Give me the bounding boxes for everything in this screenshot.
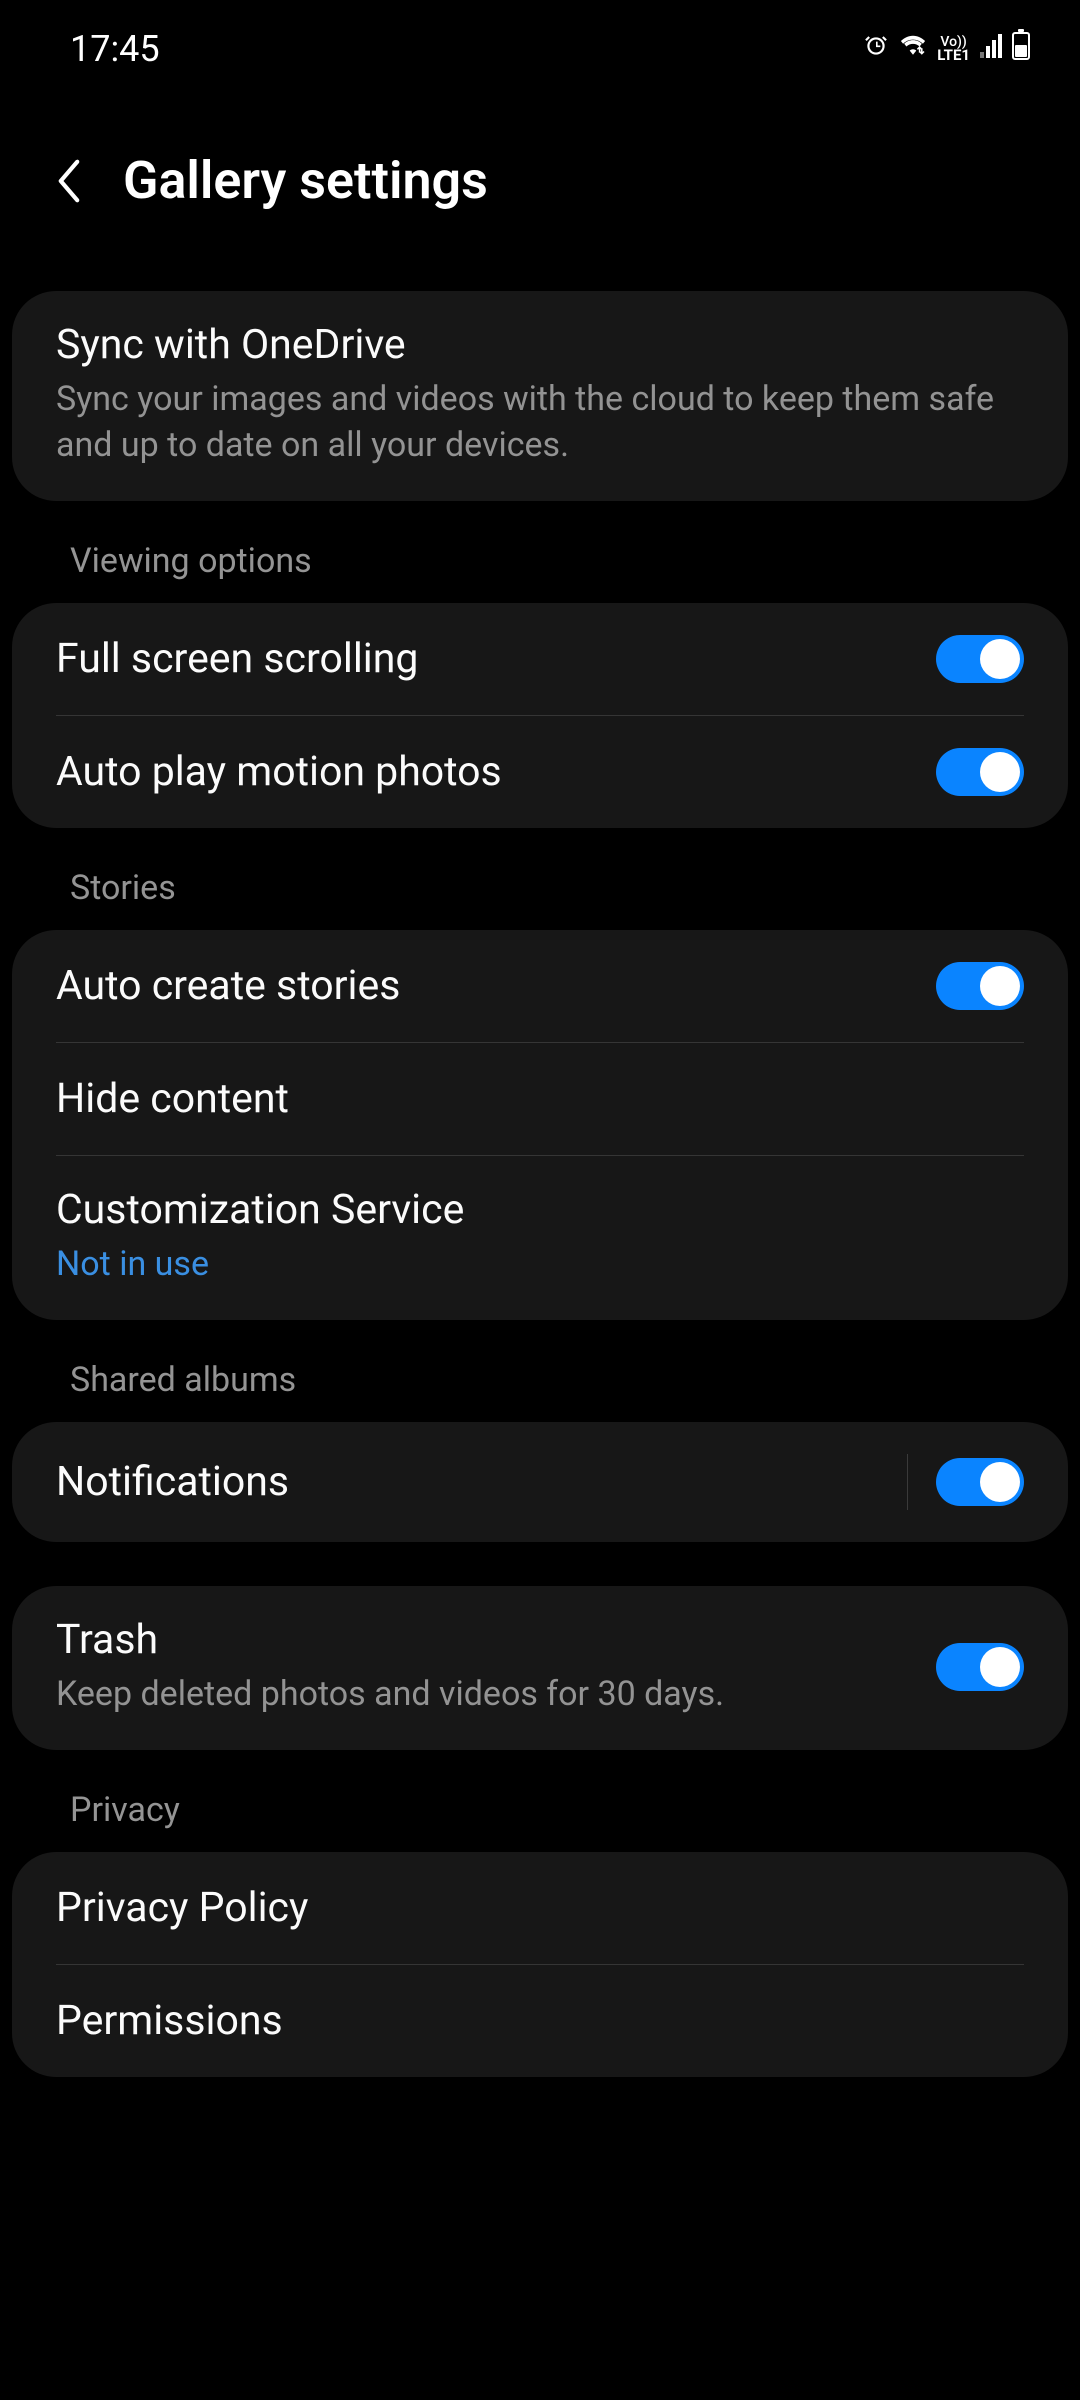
notifications-title: Notifications — [56, 1458, 907, 1506]
customization-title: Customization Service — [56, 1186, 1024, 1234]
back-button[interactable] — [55, 159, 83, 203]
viewing-card: Full screen scrolling Auto play motion p… — [12, 603, 1068, 828]
alarm-icon — [863, 33, 889, 65]
page-title: Gallery settings — [123, 150, 488, 211]
auto-play-toggle[interactable] — [936, 748, 1024, 796]
customization-service-item[interactable]: Customization Service Not in use — [12, 1156, 1068, 1320]
sync-card: Sync with OneDrive Sync your images and … — [12, 291, 1068, 501]
sync-title: Sync with OneDrive — [56, 321, 1024, 369]
shared-card: Notifications — [12, 1422, 1068, 1542]
auto-play-motion-item[interactable]: Auto play motion photos — [12, 716, 1068, 828]
permissions-item[interactable]: Permissions — [12, 1965, 1068, 2077]
auto-create-toggle[interactable] — [936, 962, 1024, 1010]
privacy-card: Privacy Policy Permissions — [12, 1852, 1068, 2077]
section-stories: Stories — [12, 842, 1068, 930]
status-bar: 17:45 Vo)) LTE1 — [0, 0, 1080, 80]
notifications-item[interactable]: Notifications — [12, 1422, 1068, 1542]
section-privacy: Privacy — [12, 1764, 1068, 1852]
customization-status: Not in use — [56, 1242, 1024, 1288]
section-viewing-options: Viewing options — [12, 515, 1068, 603]
battery-icon — [1012, 32, 1030, 66]
vertical-divider — [907, 1454, 908, 1510]
trash-subtitle: Keep deleted photos and videos for 30 da… — [56, 1672, 936, 1718]
privacy-policy-title: Privacy Policy — [56, 1884, 1024, 1932]
sync-subtitle: Sync your images and videos with the clo… — [56, 377, 1024, 469]
permissions-title: Permissions — [56, 1997, 1024, 2045]
network-lte-icon: Vo)) LTE1 — [937, 36, 970, 62]
header: Gallery settings — [0, 80, 1080, 241]
auto-create-stories-item[interactable]: Auto create stories — [12, 930, 1068, 1042]
hide-content-item[interactable]: Hide content — [12, 1043, 1068, 1155]
auto-play-title: Auto play motion photos — [56, 748, 936, 796]
stories-card: Auto create stories Hide content Customi… — [12, 930, 1068, 1320]
wifi-icon — [899, 35, 927, 63]
trash-toggle[interactable] — [936, 1643, 1024, 1691]
auto-create-title: Auto create stories — [56, 962, 936, 1010]
signal-icon — [980, 34, 1002, 64]
full-screen-toggle[interactable] — [936, 635, 1024, 683]
notifications-toggle[interactable] — [936, 1458, 1024, 1506]
status-time: 17:45 — [70, 28, 160, 70]
full-screen-title: Full screen scrolling — [56, 635, 936, 683]
privacy-policy-item[interactable]: Privacy Policy — [12, 1852, 1068, 1964]
sync-onedrive-item[interactable]: Sync with OneDrive Sync your images and … — [12, 291, 1068, 501]
hide-content-title: Hide content — [56, 1075, 1024, 1123]
section-shared-albums: Shared albums — [12, 1334, 1068, 1422]
full-screen-scrolling-item[interactable]: Full screen scrolling — [12, 603, 1068, 715]
chevron-left-icon — [55, 159, 83, 203]
trash-item[interactable]: Trash Keep deleted photos and videos for… — [12, 1586, 1068, 1750]
settings-content: Sync with OneDrive Sync your images and … — [0, 241, 1080, 2077]
trash-card: Trash Keep deleted photos and videos for… — [12, 1586, 1068, 1750]
status-icons: Vo)) LTE1 — [863, 32, 1030, 66]
trash-title: Trash — [56, 1616, 936, 1664]
